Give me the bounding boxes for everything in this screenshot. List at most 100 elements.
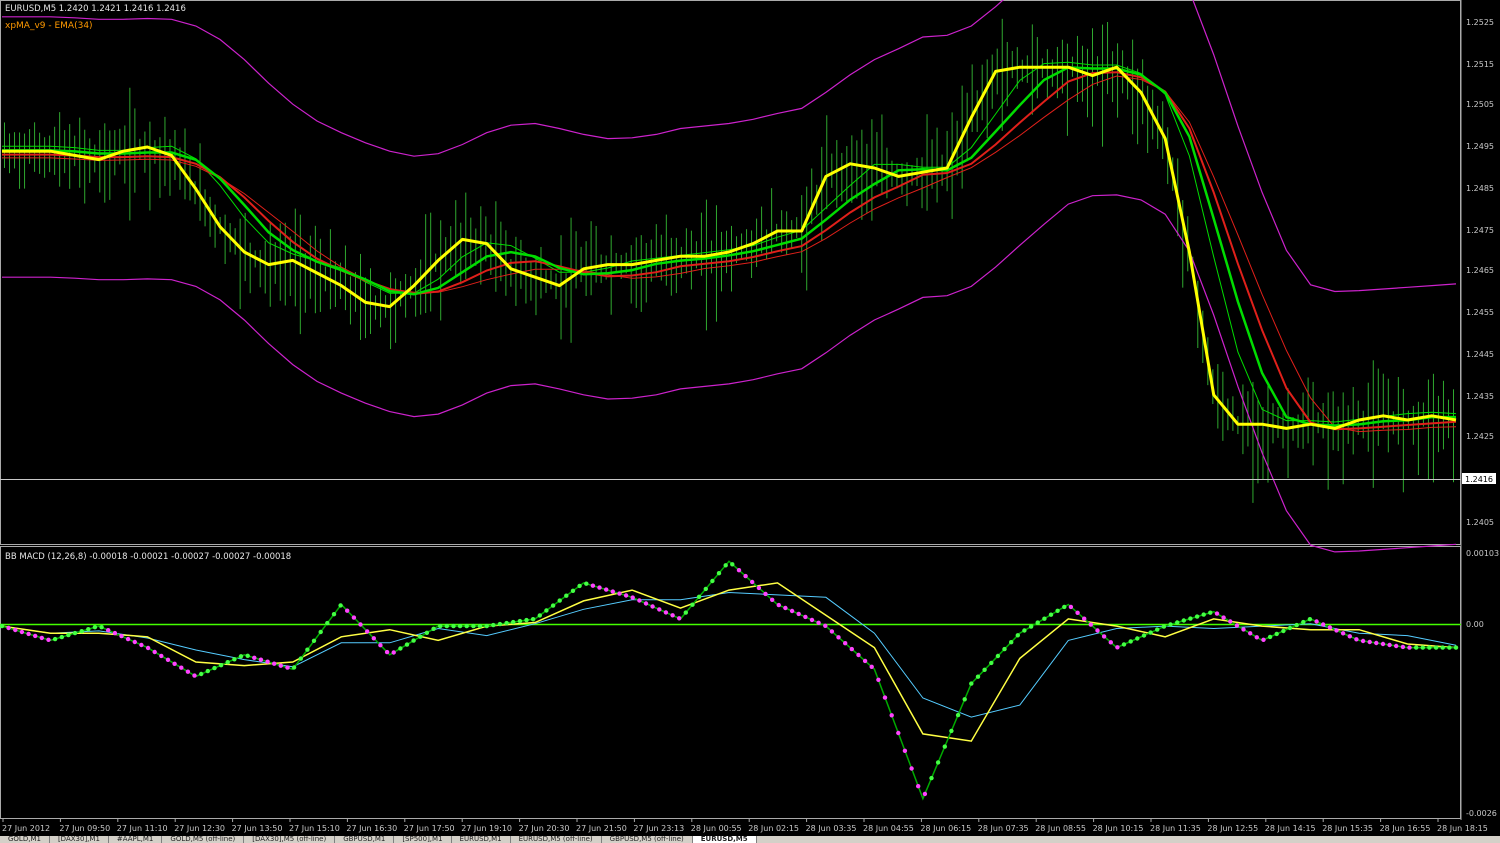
chart-tab[interactable]: #AAPL,M1 [109,836,163,843]
time-label: 27 Jun 09:50 [59,824,110,833]
macd-up-dot [418,634,423,639]
macd-down-dot [132,639,137,645]
macd-up-dot [1161,624,1167,629]
time-label: 28 Jun 08:55 [1035,824,1086,833]
chart-tab[interactable]: EURUSD,M5 [692,836,757,843]
macd-down-dot [1321,622,1326,627]
chart-tab[interactable]: [SP500],M1 [394,836,452,843]
macd-down-dot [803,614,808,620]
macd-up-dot [1128,639,1133,644]
macd-up-dot [935,760,941,765]
chart-tab[interactable]: [DAX30],M5 (off-line) [244,836,336,843]
macd-up-dot [318,629,323,635]
macd-down-dot [1068,604,1074,610]
macd-up-dot [232,657,237,662]
time-label: 27 Jun 2012 [2,824,50,833]
time-label: 28 Jun 07:35 [978,824,1029,833]
chart-tab[interactable]: EURUSD,M1 [452,836,511,843]
price-label: 1.2525 [1466,18,1494,27]
macd-down-dot [1095,628,1100,633]
macd-up-dot [457,623,463,629]
macd-down-dot [836,635,841,640]
macd-down-dot [916,784,921,789]
macd-down-dot [1261,637,1266,642]
macd-down-dot [1082,616,1087,621]
macd-down-dot [823,623,828,628]
macd-down-dot [13,627,18,633]
macd-down-dot [1075,610,1080,615]
macd-up-dot [1002,646,1007,652]
macd-down-dot [1221,615,1226,620]
macd-down-dot [909,766,914,771]
macd-down-dot [756,585,762,591]
time-label: 28 Jun 10:15 [1093,824,1144,833]
price-axis: 1.2525 1.2515 1.2505 1.2495 1.2485 1.247… [1466,18,1494,527]
macd-down-dot [1394,643,1399,649]
chart-tab[interactable]: GBPUSD,M1 [335,836,395,843]
macd-up-dot [438,623,443,629]
macd-axis-top: 0.00103 [1466,549,1499,558]
macd-down-dot [736,568,742,573]
macd-down-dot [1387,642,1392,648]
ema-thin-red-line [2,75,1457,433]
time-label: 27 Jun 23:13 [633,824,684,833]
macd-down-dot [922,791,928,797]
macd-pane-border [0,546,1461,819]
macd-down-dot [849,646,854,652]
macd-down-dot [192,673,197,678]
macd-up-dot [564,593,569,598]
macd-down-dot [816,620,821,625]
macd-up-dot [1427,645,1432,650]
macd-down-dot [185,669,191,674]
macd-down-dot [6,625,11,631]
chart-tab[interactable]: GOLD,M5 (off-line) [162,836,245,843]
macd-down-dot [351,615,357,620]
lower-band-line [2,194,1457,553]
macd-up-dot [404,642,410,647]
macd-down-dot [1241,627,1246,632]
macd-down-dot [809,617,815,623]
macd-up-dot [245,653,250,658]
macd-down-dot [285,665,290,670]
upper-band-line [2,0,1457,293]
chart-tab[interactable]: GOLD,M1 [0,836,50,843]
macd-down-dot [1248,631,1253,636]
macd-down-dot [139,642,144,648]
macd-down-dot [763,591,768,597]
macd-down-dot [590,583,596,588]
time-label: 27 Jun 21:50 [576,824,627,833]
chart-tab[interactable]: GBPUSD,M5 (off-line) [602,836,693,843]
macd-up-dot [1414,645,1419,650]
macd-down-dot [1380,641,1386,647]
macd-up-dot [431,626,436,631]
macd-up-dot [1194,614,1200,619]
time-label: 28 Jun 03:35 [806,824,857,833]
price-chart[interactable]: EURUSD,M5 1.2420 1.2421 1.2416 1.2416 xp… [0,0,1500,836]
macd-up-dot [199,671,204,677]
price-label: 1.2495 [1466,142,1494,151]
macd-up-dot [205,668,210,674]
time-label: 28 Jun 14:15 [1265,824,1316,833]
macd-up-dot [1433,645,1439,650]
chart-tab[interactable]: EURUSD,M5 (off-line) [511,836,602,843]
time-label: 28 Jun 06:15 [920,824,971,833]
macd-up-dot [1287,625,1293,631]
macd-up-dot [584,581,589,586]
macd-down-dot [1214,611,1220,616]
time-label: 28 Jun 11:35 [1150,824,1201,833]
macd-up-dot [1048,612,1054,617]
macd-down-dot [750,579,755,585]
macd-down-dot [670,613,675,618]
macd-down-dot [1360,638,1366,644]
macd-down-dot [39,635,44,641]
macd-up-dot [1201,612,1206,617]
macd-down-dot [278,663,283,668]
xpma-series-line [2,65,1457,430]
macd-down-dot [1340,631,1346,636]
macd-up-dot [218,663,224,668]
macd-label: BB MACD (12,26,8) -0.00018 -0.00021 -0.0… [5,552,291,562]
macd-down-dot [272,661,277,666]
chart-tab[interactable]: [DAX30],M1 [50,836,109,843]
current-price-label: 1.2416 [1465,475,1493,484]
macd-down-dot [876,677,881,682]
